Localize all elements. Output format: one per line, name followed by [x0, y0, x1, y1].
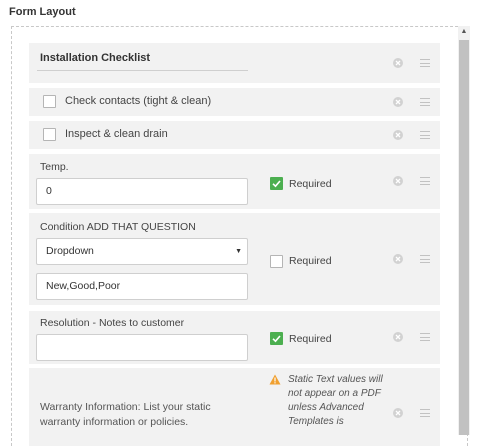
section-title-underline [37, 70, 248, 71]
drag-handle-icon[interactable] [420, 409, 430, 417]
drag-handle-icon[interactable] [420, 333, 430, 341]
select-value: Dropdown [46, 245, 94, 257]
warning-icon [269, 374, 281, 385]
field-label-condition: Condition ADD THAT QUESTION [40, 221, 196, 233]
checkbox-inspect-drain[interactable] [43, 128, 56, 141]
scroll-up-icon[interactable]: ▲ [458, 26, 470, 38]
required-checkbox-unchecked[interactable] [270, 255, 283, 268]
remove-row-icon[interactable] [393, 254, 403, 264]
required-label: Required [289, 178, 332, 190]
remove-row-icon[interactable] [393, 332, 403, 342]
drag-handle-icon[interactable] [420, 59, 430, 67]
remove-row-icon[interactable] [393, 130, 403, 140]
form-row-temp[interactable]: Temp. 0 Required [29, 154, 440, 209]
caret-down-icon: ▼ [235, 248, 242, 255]
field-label-resolution: Resolution - Notes to customer [40, 317, 185, 329]
temp-input[interactable]: 0 [36, 178, 248, 205]
scroll-thumb[interactable] [459, 40, 469, 435]
form-row-resolution[interactable]: Resolution - Notes to customer Required [29, 311, 440, 364]
field-label-temp: Temp. [40, 161, 69, 173]
vertical-scrollbar[interactable]: ▲ [458, 26, 470, 435]
remove-row-icon[interactable] [393, 58, 403, 68]
remove-row-icon[interactable] [393, 97, 403, 107]
remove-row-icon[interactable] [393, 408, 403, 418]
form-row-static-text[interactable]: Warranty Information: List your static w… [29, 368, 440, 446]
checkbox-label: Inspect & clean drain [65, 128, 168, 140]
options-input[interactable]: New,Good,Poor [36, 273, 248, 300]
page-title: Form Layout [9, 6, 76, 18]
checkbox-check-contacts[interactable] [43, 95, 56, 108]
resolution-input[interactable] [36, 334, 248, 361]
form-row-section-title[interactable]: Installation Checklist [29, 43, 440, 83]
section-title: Installation Checklist [40, 52, 151, 64]
form-layout-area: Installation Checklist Check contacts (t… [11, 26, 468, 446]
static-text-warranty: Warranty Information: List your static w… [40, 401, 211, 428]
checkbox-label: Check contacts (tight & clean) [65, 95, 212, 107]
drag-handle-icon[interactable] [420, 255, 430, 263]
form-row-checkbox-1[interactable]: Check contacts (tight & clean) [29, 88, 440, 116]
drag-handle-icon[interactable] [420, 98, 430, 106]
required-checkbox-checked[interactable] [270, 332, 283, 345]
form-row-condition[interactable]: Condition ADD THAT QUESTION Dropdown ▼ N… [29, 213, 440, 305]
required-label: Required [289, 333, 332, 345]
field-type-select[interactable]: Dropdown ▼ [36, 238, 248, 265]
drag-handle-icon[interactable] [420, 177, 430, 185]
static-text-warning: Static Text values will not appear on a … [288, 374, 383, 427]
required-label: Required [289, 255, 332, 267]
form-row-checkbox-2[interactable]: Inspect & clean drain [29, 121, 440, 149]
remove-row-icon[interactable] [393, 176, 403, 186]
required-checkbox-checked[interactable] [270, 177, 283, 190]
drag-handle-icon[interactable] [420, 131, 430, 139]
